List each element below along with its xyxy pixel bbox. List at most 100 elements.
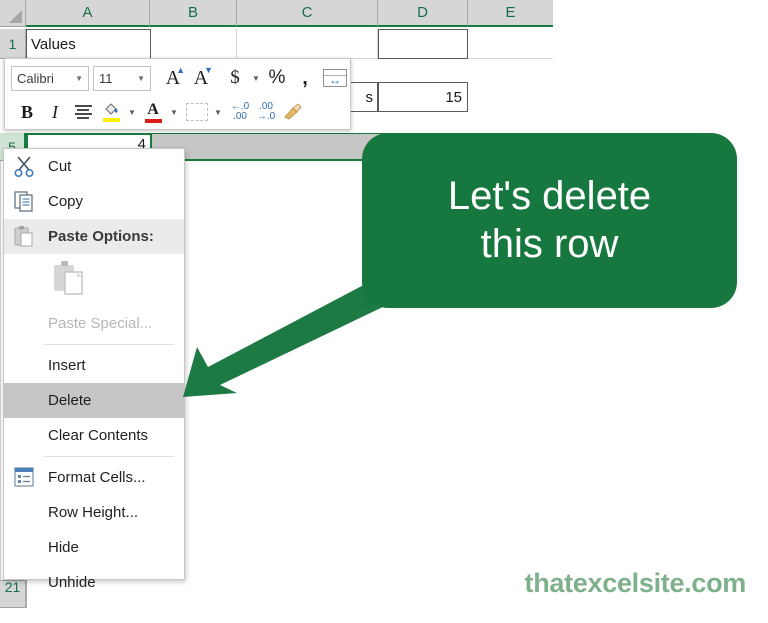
- screenshot-root: A B C D E 1 Values s 15 5 4 21 Calibri ▼…: [0, 0, 768, 623]
- decrease-font-size-button[interactable]: A ▼: [187, 64, 215, 92]
- paint-bucket-icon: [104, 103, 117, 115]
- cell-a1[interactable]: Values: [26, 29, 151, 59]
- context-menu-item-hide-label: Hide: [48, 539, 79, 556]
- caret-up-icon: ▲: [176, 65, 185, 75]
- context-menu-item-clear-contents[interactable]: Clear Contents: [4, 418, 184, 453]
- cell-e-partial[interactable]: [468, 82, 553, 112]
- comma-style-button[interactable]: ,: [291, 64, 319, 92]
- context-menu-item-insert-label: Insert: [48, 357, 86, 374]
- context-menu-item-cut-label: Cut: [48, 158, 72, 175]
- scissors-icon: [12, 155, 38, 179]
- column-header-e[interactable]: E: [468, 0, 553, 27]
- fill-color-swatch: [102, 118, 120, 122]
- column-header-b[interactable]: B: [150, 0, 237, 27]
- font-color-a-icon: A: [147, 100, 159, 118]
- select-all-triangle-icon: [9, 10, 22, 23]
- decrease-decimal-button[interactable]: ←.0.00: [227, 98, 253, 126]
- context-menu-item-format-cells-label: Format Cells...: [48, 469, 146, 486]
- dollar-icon: $: [230, 67, 240, 88]
- context-menu-item-paste-options-label: Paste Options:: [48, 228, 154, 245]
- context-menu-separator-2: [44, 456, 174, 457]
- row-header-1[interactable]: 1: [0, 29, 26, 59]
- mini-toolbar-row-2: B I ▼ A ▼ ▼ ←.0 .00 .00 →.0: [5, 95, 350, 129]
- context-menu-item-format-cells[interactable]: Format Cells...: [4, 460, 184, 495]
- accounting-format-button[interactable]: $: [221, 64, 249, 92]
- decrease-decimal-icon: ←.0.00: [230, 101, 250, 122]
- select-all-corner[interactable]: [0, 0, 26, 27]
- paste-icon[interactable]: [48, 258, 88, 302]
- context-menu-item-insert[interactable]: Insert: [4, 348, 184, 383]
- gridline-left-edge: [0, 161, 1, 580]
- column-header-a[interactable]: A: [26, 0, 150, 27]
- merge-cells-icon: [323, 69, 347, 87]
- chevron-down-icon: ▼: [252, 73, 260, 83]
- context-menu-item-delete-label: Delete: [48, 392, 92, 409]
- context-menu-item-hide[interactable]: Hide: [4, 530, 184, 565]
- accounting-format-dropdown[interactable]: ▼: [249, 64, 263, 92]
- context-menu-item-paste-options[interactable]: Paste Options:: [4, 219, 184, 254]
- font-size-dropdown[interactable]: 11 ▼: [93, 65, 151, 91]
- context-menu-item-copy[interactable]: Copy: [4, 184, 184, 219]
- borders-icon: [186, 103, 208, 121]
- caret-down-icon: ▼: [204, 65, 213, 75]
- context-menu[interactable]: Cut Copy Paste Options: Paste Special...…: [3, 148, 185, 591]
- row-header-1-label: 1: [8, 35, 17, 52]
- paintbrush-icon: [284, 103, 302, 120]
- context-menu-item-paste-special-label: Paste Special...: [48, 315, 153, 332]
- column-header-e-label: E: [505, 4, 516, 21]
- percent-icon: %: [268, 67, 286, 88]
- callout-text: Let's delete this row: [448, 173, 651, 267]
- column-header-c-label: C: [301, 4, 313, 21]
- cell-d1[interactable]: [378, 29, 468, 59]
- cell-b1[interactable]: [151, 29, 237, 59]
- bold-button[interactable]: B: [13, 98, 41, 126]
- font-color-dropdown[interactable]: ▼: [167, 98, 181, 126]
- font-name-dropdown[interactable]: Calibri ▼: [11, 65, 89, 91]
- cell-a1-value: Values: [31, 35, 76, 53]
- context-menu-item-unhide[interactable]: Unhide: [4, 565, 184, 600]
- italic-button[interactable]: I: [41, 98, 69, 126]
- chevron-down-icon: ▼: [137, 73, 145, 83]
- cell-d-value[interactable]: 15: [378, 82, 468, 112]
- bold-icon: B: [20, 101, 33, 122]
- context-menu-item-paste-special[interactable]: Paste Special...: [4, 306, 184, 341]
- column-header-b-label: B: [187, 4, 198, 21]
- increase-font-size-button[interactable]: A ▲: [159, 64, 187, 92]
- cell-c1[interactable]: [237, 29, 378, 59]
- percent-style-button[interactable]: %: [263, 64, 291, 92]
- merge-and-center-button[interactable]: [321, 64, 349, 92]
- context-menu-item-row-height[interactable]: Row Height...: [4, 495, 184, 530]
- increase-decimal-icon: .00 →.0: [256, 101, 276, 122]
- column-header-d[interactable]: D: [378, 0, 468, 27]
- column-header-d-label: D: [417, 4, 428, 21]
- context-menu-item-cut[interactable]: Cut: [4, 149, 184, 184]
- cell-d-value-text: 15: [445, 88, 462, 106]
- column-header-a-label: A: [82, 4, 93, 21]
- site-watermark: thatexcelsite.com: [524, 568, 747, 598]
- fill-color-button[interactable]: [97, 98, 125, 126]
- borders-dropdown[interactable]: ▼: [211, 98, 225, 126]
- mini-toolbar-row-1: Calibri ▼ 11 ▼ A ▲ A ▼ $ ▼ % , ↔: [5, 61, 350, 95]
- font-name-value: Calibri: [17, 70, 54, 86]
- italic-icon: I: [52, 101, 58, 122]
- context-menu-item-unhide-label: Unhide: [48, 574, 96, 591]
- context-menu-paste-icon-row[interactable]: [4, 254, 184, 306]
- chevron-down-icon: ▼: [128, 107, 136, 117]
- context-menu-item-row-height-label: Row Height...: [48, 504, 139, 521]
- context-menu-item-clear-contents-label: Clear Contents: [48, 427, 149, 444]
- callout-line-2: this row: [480, 221, 619, 266]
- mini-format-toolbar[interactable]: Calibri ▼ 11 ▼ A ▲ A ▼ $ ▼ % , ↔ B I ▼ A…: [4, 58, 351, 130]
- cell-e1[interactable]: [468, 29, 553, 59]
- chevron-down-icon: ▼: [170, 107, 178, 117]
- column-header-c[interactable]: C: [237, 0, 378, 27]
- center-align-button[interactable]: [69, 98, 97, 126]
- callout-bubble: Let's delete this row: [362, 133, 737, 308]
- font-color-button[interactable]: A: [139, 98, 167, 126]
- borders-button[interactable]: [183, 98, 211, 126]
- fill-color-dropdown[interactable]: ▼: [125, 98, 139, 126]
- format-painter-button[interactable]: [279, 98, 307, 126]
- increase-decimal-button[interactable]: .00 →.0: [253, 98, 279, 126]
- font-size-value: 11: [99, 70, 113, 86]
- format-cells-icon: [12, 466, 38, 490]
- context-menu-item-delete[interactable]: Delete: [4, 383, 184, 418]
